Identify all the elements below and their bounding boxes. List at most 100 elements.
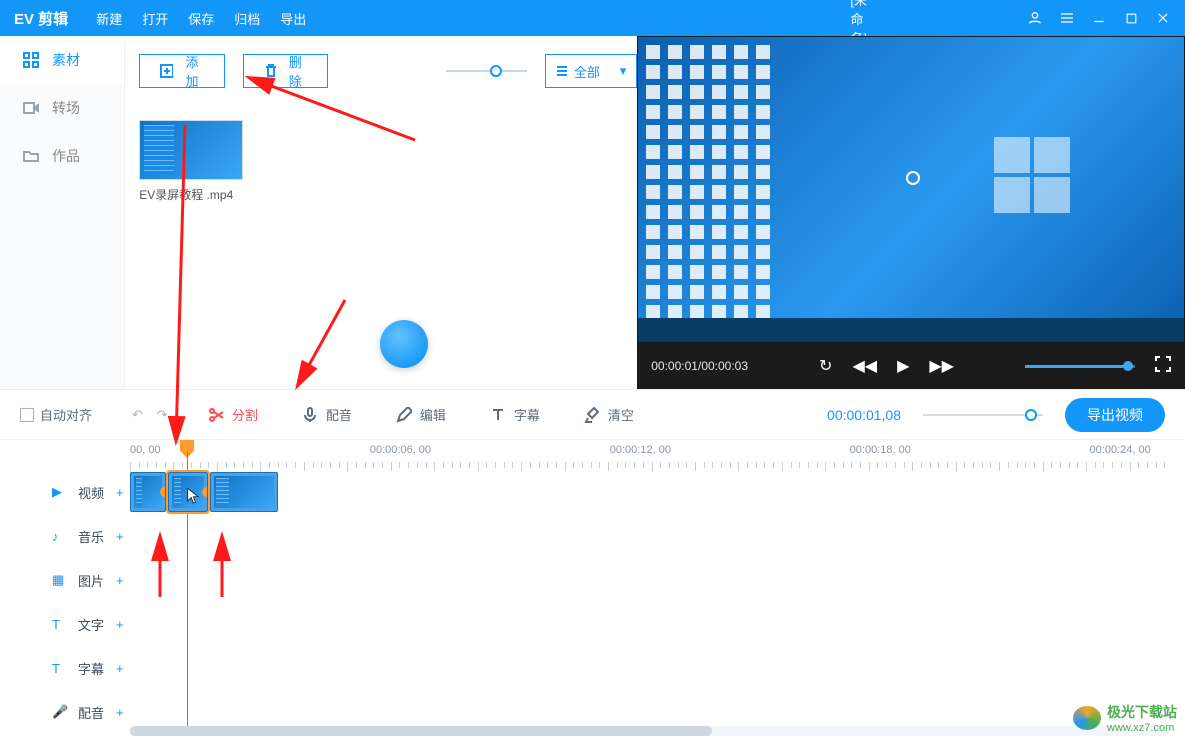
track-lane[interactable] <box>130 514 1185 558</box>
sidebar-tab-works[interactable]: 作品 <box>0 132 124 180</box>
video-clip[interactable] <box>130 472 166 512</box>
menu-save[interactable]: 保存 <box>188 9 214 28</box>
chevron-down-icon: ▾ <box>620 63 627 79</box>
edit-tool[interactable]: 编辑 <box>396 405 446 424</box>
clear-tool[interactable]: 清空 <box>584 405 634 424</box>
delete-button[interactable]: 删除 <box>243 54 328 88</box>
subtitle-tool[interactable]: 字幕 <box>490 405 540 424</box>
fullscreen-icon[interactable] <box>1155 356 1171 377</box>
folder-icon <box>22 147 40 165</box>
app-logo: EV 剪辑 <box>14 8 68 29</box>
auto-align-label: 自动对齐 <box>40 405 92 424</box>
tracks-container: ▶视频+ ♪音乐+ ▦图片+ T文字+ T字幕+ 🎤配音+ <box>0 470 1185 734</box>
timeline-scrollbar[interactable] <box>130 726 1169 736</box>
add-track-icon[interactable]: + <box>116 617 124 632</box>
sidebar: 素材 转场 作品 <box>0 36 125 389</box>
sidebar-tab-material[interactable]: 素材 <box>0 36 124 84</box>
split-tool[interactable]: 分割 <box>208 405 258 424</box>
media-item[interactable]: EV录屏教程 .mp4 <box>139 120 245 203</box>
transition-icon <box>22 99 40 117</box>
preview-controls: 00:00:01/00:00:03 ↻ ◀◀ ▶ ▶▶ <box>637 343 1185 389</box>
track-lane[interactable] <box>130 646 1185 690</box>
content-toolbar: 添加 删除 全部 ▾ <box>125 36 637 106</box>
rewind-icon[interactable]: ◀◀ <box>852 356 877 376</box>
cursor-icon <box>187 487 201 505</box>
menu-export[interactable]: 导出 <box>280 9 306 28</box>
subtitle-label: 字幕 <box>514 405 540 424</box>
tool-row: 自动对齐 ↶ ↷ 分割 配音 编辑 字幕 清空 00:00:01,08 导出视频 <box>0 390 1185 440</box>
main-menu: 新建 打开 保存 归档 导出 <box>96 9 306 28</box>
video-clip[interactable] <box>210 472 278 512</box>
track-text: T文字+ <box>0 602 1185 646</box>
playhead-time: 00:00:01,08 <box>827 407 901 423</box>
add-track-icon[interactable]: + <box>116 661 124 676</box>
add-button[interactable]: 添加 <box>139 54 224 88</box>
watermark-logo-icon <box>1073 706 1101 730</box>
forward-icon[interactable]: ▶▶ <box>929 356 954 376</box>
menu-open[interactable]: 打开 <box>142 9 168 28</box>
menu-archive[interactable]: 归档 <box>234 9 260 28</box>
filter-label: 全部 <box>574 62 600 81</box>
export-video-button[interactable]: 导出视频 <box>1065 398 1165 432</box>
play-icon[interactable]: ▶ <box>897 356 909 376</box>
floating-action-button[interactable] <box>380 320 428 368</box>
track-lane[interactable] <box>130 558 1185 602</box>
clear-label: 清空 <box>608 405 634 424</box>
redo-icon[interactable]: ↷ <box>157 407 168 423</box>
track-label: 配音 <box>78 703 104 722</box>
add-track-icon[interactable]: + <box>116 485 124 500</box>
filter-select[interactable]: 全部 ▾ <box>545 54 637 88</box>
watermark: 极光下载站 www.xz7.com <box>1073 702 1177 734</box>
loop-icon[interactable]: ↻ <box>819 356 832 376</box>
auto-align-checkbox[interactable]: 自动对齐 <box>20 405 92 424</box>
broom-icon <box>584 407 600 423</box>
menu-new[interactable]: 新建 <box>96 9 122 28</box>
thumbnail-size-slider[interactable] <box>446 61 527 81</box>
preview-taskbar <box>638 318 1184 342</box>
play-square-icon: ▶ <box>52 484 68 500</box>
track-image: ▦图片+ <box>0 558 1185 602</box>
preview-panel: document.write(Array.from({length:84}).m… <box>637 36 1185 389</box>
time-ruler[interactable]: 00, 0000:00:06, 0000:00:12, 0000:00:18, … <box>130 440 1173 470</box>
track-subtitle: T 字幕 + <box>0 646 1185 690</box>
preview-timecode: 00:00:01/00:00:03 <box>651 359 748 373</box>
add-track-icon[interactable]: + <box>116 705 124 720</box>
track-label: 字幕 <box>78 659 104 678</box>
media-filename: EV录屏教程 .mp4 <box>139 186 245 203</box>
maximize-icon[interactable] <box>1123 10 1139 26</box>
sidebar-label: 作品 <box>52 146 80 166</box>
trash-icon <box>264 64 276 78</box>
add-track-icon[interactable]: + <box>116 573 124 588</box>
sidebar-tab-transition[interactable]: 转场 <box>0 84 124 132</box>
menu-icon[interactable] <box>1059 10 1075 26</box>
mic-icon <box>302 407 318 423</box>
preview-desktop-icons: document.write(Array.from({length:84}).m… <box>646 45 776 294</box>
pencil-icon <box>396 407 412 423</box>
track-label: 视频 <box>78 483 104 502</box>
track-video: ▶ 视频 + <box>0 470 1185 514</box>
minimize-icon[interactable] <box>1091 10 1107 26</box>
preview-video[interactable]: document.write(Array.from({length:84}).m… <box>638 37 1184 342</box>
split-label: 分割 <box>232 405 258 424</box>
add-track-icon[interactable]: + <box>116 529 124 544</box>
main-area: 素材 转场 作品 添加 删除 全部 ▾ <box>0 36 1185 390</box>
caption-icon: T <box>52 661 68 676</box>
edit-label: 编辑 <box>420 405 446 424</box>
track-lane[interactable] <box>130 470 1185 514</box>
track-label: 文字 <box>78 615 104 634</box>
close-icon[interactable] <box>1155 10 1171 26</box>
dub-tool[interactable]: 配音 <box>302 405 352 424</box>
video-clip-selected[interactable] <box>168 472 208 512</box>
loading-spinner-icon <box>906 171 920 185</box>
undo-icon[interactable]: ↶ <box>132 407 143 423</box>
volume-slider[interactable] <box>1025 365 1135 368</box>
add-icon <box>160 64 172 78</box>
music-icon: ♪ <box>52 529 68 544</box>
track-label: 音乐 <box>78 527 104 546</box>
user-icon[interactable] <box>1027 10 1043 26</box>
image-icon: ▦ <box>52 572 68 588</box>
scissors-icon <box>208 407 224 423</box>
track-lane[interactable] <box>130 602 1185 646</box>
timeline-zoom-slider[interactable] <box>923 406 1043 424</box>
timeline: 00, 0000:00:06, 0000:00:12, 0000:00:18, … <box>0 440 1185 740</box>
